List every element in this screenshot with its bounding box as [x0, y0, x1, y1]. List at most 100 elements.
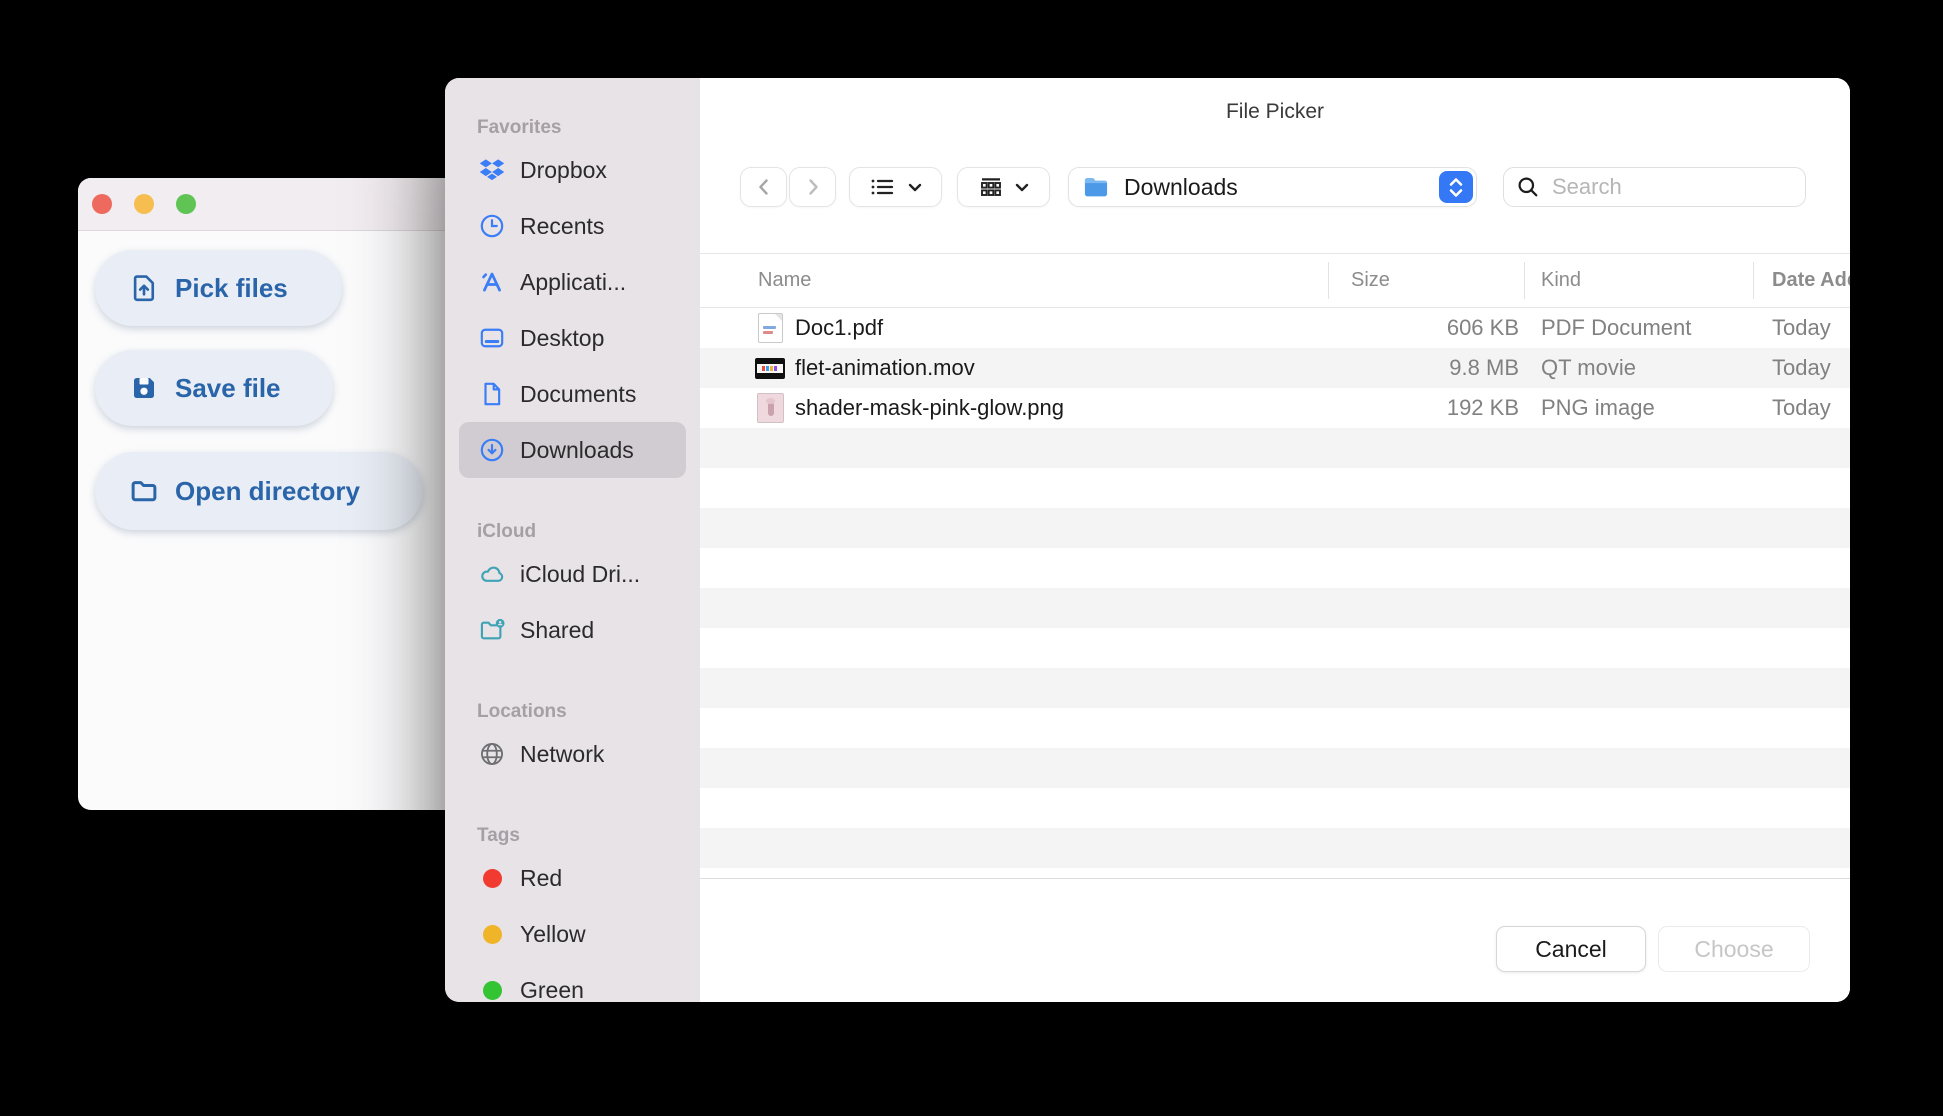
current-folder-dropdown[interactable]: Downloads — [1068, 167, 1477, 207]
forward-button[interactable] — [789, 167, 836, 207]
file-size: 192 KB — [1446, 395, 1519, 420]
table-row-empty — [700, 588, 1850, 628]
cloud-icon — [477, 559, 507, 589]
section-header: iCloud — [477, 521, 537, 542]
group-view-icon — [978, 175, 1004, 199]
table-row-empty — [700, 468, 1850, 508]
folder-stepper-control[interactable] — [1439, 171, 1473, 203]
column-header-size[interactable]: Size — [1351, 254, 1390, 307]
group-view-button[interactable] — [957, 167, 1050, 207]
minimize-window-button[interactable] — [134, 194, 154, 214]
sidebar-item-tag-yellow[interactable]: Yellow — [459, 906, 686, 962]
sidebar-item-label: Downloads — [520, 436, 634, 463]
sidebar-item-downloads[interactable]: Downloads — [459, 422, 686, 478]
table-header: Name Size Kind Date Added — [700, 253, 1850, 308]
open-directory-label: Open directory — [175, 475, 360, 506]
desktop-background: Pick files Save file Open directory Favo… — [0, 0, 1943, 1116]
sidebar-item-label: Desktop — [520, 324, 605, 351]
dropbox-icon — [477, 155, 507, 185]
finder-sidebar: Favorites Dropbox Recents Applicati... D… — [445, 78, 700, 1002]
table-row-doc1-pdf[interactable]: Doc1.pdf 606 KB PDF Document Today — [700, 308, 1850, 348]
back-button[interactable] — [740, 167, 787, 207]
table-row-flet-animation-mov[interactable]: flet-animation.mov 9.8 MB QT movie Today — [700, 348, 1850, 388]
current-folder-label: Downloads — [1124, 173, 1238, 200]
folder-icon — [129, 476, 159, 506]
sidebar-item-label: Green — [520, 976, 584, 1003]
shared-folder-icon — [477, 615, 507, 645]
table-row-empty — [700, 708, 1850, 748]
movie-file-icon — [755, 348, 785, 388]
file-upload-icon — [129, 273, 159, 303]
table-row-shader-mask-pink-glow-png[interactable]: shader-mask-pink-glow.png 192 KB PNG ima… — [700, 388, 1850, 428]
save-file-button[interactable]: Save file — [95, 350, 333, 426]
desktop-icon — [477, 323, 507, 353]
sidebar-item-applications[interactable]: Applicati... — [459, 254, 686, 310]
section-header: Locations — [477, 701, 567, 722]
search-input[interactable] — [1550, 173, 1774, 201]
flet-app-window: Pick files Save file Open directory — [78, 178, 462, 810]
zoom-window-button[interactable] — [176, 194, 196, 214]
pick-files-label: Pick files — [175, 272, 288, 303]
sidebar-section-locations: Locations Network — [459, 698, 686, 782]
search-field[interactable] — [1503, 167, 1806, 207]
file-kind: PDF Document — [1541, 315, 1692, 340]
section-header: Favorites — [477, 117, 562, 138]
downloads-icon — [477, 435, 507, 465]
sidebar-section-favorites: Favorites Dropbox Recents Applicati... D… — [459, 114, 686, 478]
search-icon — [1516, 175, 1540, 199]
app-store-icon — [477, 267, 507, 297]
sidebar-item-tag-green[interactable]: Green — [459, 962, 686, 1002]
clock-icon — [477, 211, 507, 241]
column-header-date-added[interactable]: Date Added — [1772, 254, 1850, 307]
sidebar-item-dropbox[interactable]: Dropbox — [459, 142, 686, 198]
column-divider — [1328, 262, 1329, 299]
sidebar-item-label: Applicati... — [520, 268, 627, 295]
sidebar-item-tag-red[interactable]: Red — [459, 850, 686, 906]
sidebar-item-recents[interactable]: Recents — [459, 198, 686, 254]
pick-files-button[interactable]: Pick files — [95, 250, 342, 326]
file-date-added: Today — [1772, 355, 1831, 380]
section-header: Tags — [477, 825, 520, 846]
file-picker-dialog: Favorites Dropbox Recents Applicati... D… — [445, 78, 1850, 1002]
pdf-file-icon — [755, 308, 785, 348]
table-row-empty — [700, 548, 1850, 588]
file-picker-main-pane: File Picker Downloads Search Name Size K… — [700, 78, 1850, 1002]
save-floppy-icon — [129, 373, 159, 403]
file-list: Doc1.pdf 606 KB PDF Document Today flet-… — [700, 308, 1850, 878]
sidebar-item-shared[interactable]: Shared — [459, 602, 686, 658]
app-titlebar[interactable] — [78, 178, 462, 231]
sidebar-item-label: iCloud Dri... — [520, 560, 641, 587]
dialog-title: File Picker — [1225, 100, 1325, 123]
sidebar-section-tags: Tags Red Yellow Green — [459, 822, 686, 1002]
sidebar-item-documents[interactable]: Documents — [459, 366, 686, 422]
column-header-name[interactable]: Name — [758, 254, 811, 307]
save-file-label: Save file — [175, 372, 281, 403]
chevron-right-icon — [803, 177, 823, 197]
table-row-empty — [700, 508, 1850, 548]
open-directory-button[interactable]: Open directory — [95, 452, 423, 530]
sidebar-item-label: Shared — [520, 616, 595, 643]
red-tag-icon — [477, 863, 507, 893]
close-window-button[interactable] — [92, 194, 112, 214]
window-traffic-lights — [92, 194, 196, 214]
file-name: shader-mask-pink-glow.png — [795, 395, 1065, 420]
table-row-empty — [700, 868, 1850, 878]
sidebar-item-icloud-drive[interactable]: iCloud Dri... — [459, 546, 686, 602]
list-view-button[interactable] — [849, 167, 942, 207]
sidebar-item-label: Recents — [520, 212, 605, 239]
file-kind: PNG image — [1541, 395, 1655, 420]
dialog-footer: Cancel Choose — [700, 878, 1850, 1002]
sidebar-item-desktop[interactable]: Desktop — [459, 310, 686, 366]
file-kind: QT movie — [1541, 355, 1636, 380]
column-header-kind[interactable]: Kind — [1541, 254, 1581, 307]
choose-button[interactable]: Choose — [1658, 926, 1810, 972]
table-row-empty — [700, 428, 1850, 468]
network-globe-icon — [477, 739, 507, 769]
table-row-empty — [700, 668, 1850, 708]
file-date-added: Today — [1772, 315, 1831, 340]
table-row-empty — [700, 828, 1850, 868]
blue-folder-icon — [1082, 174, 1110, 200]
cancel-button[interactable]: Cancel — [1496, 926, 1646, 972]
sidebar-item-network[interactable]: Network — [459, 726, 686, 782]
file-date-added: Today — [1772, 395, 1831, 420]
